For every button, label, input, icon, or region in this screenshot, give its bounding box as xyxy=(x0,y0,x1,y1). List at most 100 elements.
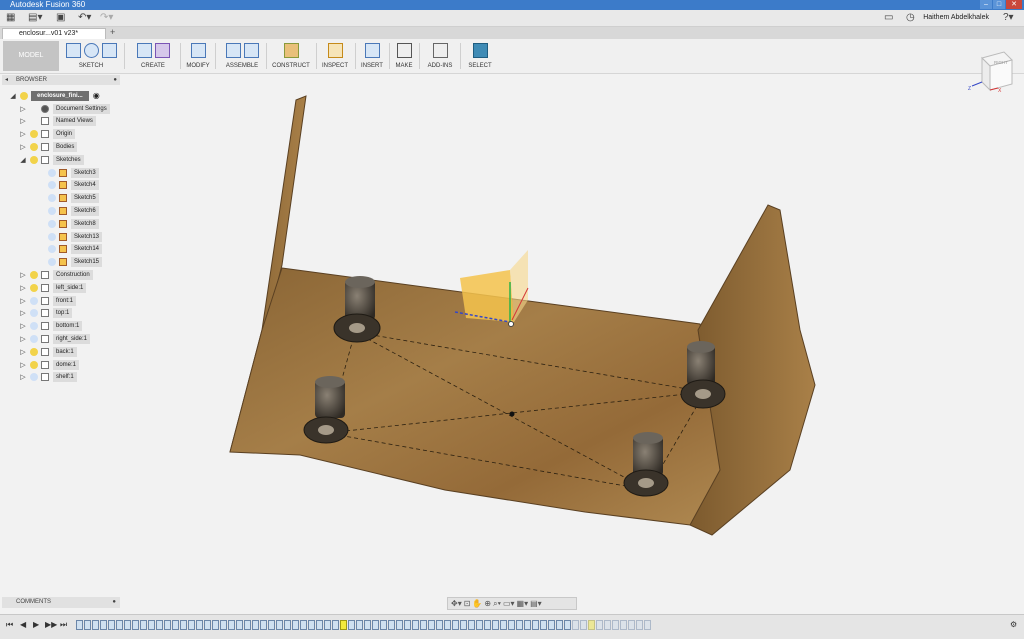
visibility-bulb-icon[interactable] xyxy=(30,373,38,382)
offset-plane-icon[interactable] xyxy=(283,43,299,58)
timeline-feature-icon[interactable] xyxy=(380,620,387,630)
model-canvas[interactable] xyxy=(122,75,1024,595)
timeline-feature-icon[interactable] xyxy=(244,620,251,630)
new-tab-icon[interactable]: + xyxy=(110,27,115,37)
timeline-feature-icon[interactable] xyxy=(212,620,219,630)
modify-group[interactable]: MODIFY xyxy=(184,41,212,71)
select-icon[interactable] xyxy=(472,43,488,58)
comments-panel[interactable]: COMMENTS ● xyxy=(2,597,120,608)
timeline-feature-icon[interactable] xyxy=(100,620,107,630)
visibility-bulb-icon[interactable] xyxy=(30,334,38,343)
timeline-feature-icon[interactable] xyxy=(148,620,155,630)
timeline-feature-icon[interactable] xyxy=(84,620,91,630)
visibility-bulb-icon[interactable] xyxy=(48,245,56,254)
expand-arrow-icon[interactable]: ◢ xyxy=(18,156,28,164)
insert-group[interactable]: INSERT xyxy=(358,41,386,71)
scripts-icon[interactable] xyxy=(432,43,448,58)
browser-item[interactable]: ▷ Document Settings xyxy=(18,103,110,114)
timeline-feature-icon[interactable] xyxy=(436,620,443,630)
sketch-group[interactable]: SKETCH xyxy=(62,41,120,71)
select-group[interactable]: SELECT xyxy=(463,41,497,71)
visibility-bulb-icon[interactable] xyxy=(30,296,38,305)
go-to-start-icon[interactable]: ⏮ xyxy=(6,620,13,630)
timeline-feature-icon[interactable] xyxy=(428,620,435,630)
visibility-bulb-icon[interactable] xyxy=(48,181,56,190)
create-sketch-icon[interactable] xyxy=(65,43,81,58)
visibility-bulb-icon[interactable] xyxy=(30,155,38,164)
timeline-feature-icon[interactable] xyxy=(172,620,179,630)
timeline-feature-icon[interactable] xyxy=(628,620,635,630)
step-back-icon[interactable]: ◀ xyxy=(20,620,26,629)
timeline-feature-icon[interactable] xyxy=(332,620,339,630)
timeline-feature-icon[interactable] xyxy=(300,620,307,630)
activate-radio-icon[interactable]: ◉ xyxy=(93,91,100,100)
app-grid-icon[interactable]: ▦ xyxy=(6,12,15,23)
visibility-bulb-icon[interactable] xyxy=(30,322,38,331)
timeline-feature-icon[interactable] xyxy=(492,620,499,630)
form-icon[interactable] xyxy=(154,43,170,58)
create-group[interactable]: CREATE xyxy=(130,41,176,71)
timeline-feature-icon[interactable] xyxy=(204,620,211,630)
timeline-feature-icon[interactable] xyxy=(324,620,331,630)
timeline-feature-icon[interactable] xyxy=(308,620,315,630)
make-group[interactable]: MAKE xyxy=(392,41,416,71)
browser-item[interactable]: ▷ left_side:1 xyxy=(18,282,87,293)
assemble-group[interactable]: ASSEMBLE xyxy=(220,41,264,71)
timeline-feature-icon[interactable] xyxy=(292,620,299,630)
timeline-feature-icon[interactable] xyxy=(388,620,395,630)
timeline-feature-icon[interactable] xyxy=(420,620,427,630)
file-menu-icon[interactable]: ▤▾ xyxy=(28,12,42,23)
timeline-feature-icon[interactable] xyxy=(516,620,523,630)
timeline-feature-icon[interactable] xyxy=(92,620,99,630)
timeline-feature-icon[interactable] xyxy=(444,620,451,630)
timeline-feature-icon[interactable] xyxy=(124,620,131,630)
timeline-feature-icon[interactable] xyxy=(508,620,515,630)
help-icon[interactable]: ?▾ xyxy=(1003,12,1014,23)
3d-print-icon[interactable] xyxy=(396,43,412,58)
timeline-feature-icon[interactable] xyxy=(548,620,555,630)
browser-item[interactable]: ▷ Bodies xyxy=(18,141,78,152)
new-component-icon[interactable] xyxy=(225,43,241,58)
visibility-bulb-icon[interactable] xyxy=(48,194,56,203)
browser-item[interactable]: Sketch8 xyxy=(36,218,99,229)
collapse-arrow-icon[interactable]: ◢ xyxy=(8,92,18,100)
timeline-feature-icon[interactable] xyxy=(396,620,403,630)
timeline-feature-icon[interactable] xyxy=(620,620,627,630)
browser-item[interactable]: ▷ back:1 xyxy=(18,346,77,357)
timeline-feature-icon[interactable] xyxy=(252,620,259,630)
expand-arrow-icon[interactable]: ▷ xyxy=(18,130,28,138)
canvas-viewport[interactable] xyxy=(122,75,1024,595)
expand-arrow-icon[interactable]: ▷ xyxy=(18,271,28,279)
viewports-icon[interactable]: ▤▾ xyxy=(530,599,542,608)
timeline-feature-icon[interactable] xyxy=(636,620,643,630)
browser-item[interactable]: Sketch4 xyxy=(36,180,99,191)
expand-arrow-icon[interactable]: ▷ xyxy=(18,361,28,369)
timeline-feature-icon[interactable] xyxy=(580,620,587,630)
press-pull-icon[interactable] xyxy=(190,43,206,58)
timeline-feature-icon[interactable] xyxy=(540,620,547,630)
clock-icon[interactable]: ◷ xyxy=(906,12,915,23)
zoom-icon[interactable]: ⊕ xyxy=(484,599,491,608)
expand-arrow-icon[interactable]: ▷ xyxy=(18,373,28,381)
timeline-feature-icon[interactable] xyxy=(316,620,323,630)
extrude-icon[interactable] xyxy=(136,43,152,58)
timeline-feature-icon[interactable] xyxy=(524,620,531,630)
timeline-feature-icon[interactable] xyxy=(460,620,467,630)
browser-item[interactable]: ▷ top:1 xyxy=(18,308,73,319)
browser-item[interactable]: ▷ shelf:1 xyxy=(18,372,77,383)
pin-icon[interactable]: ● xyxy=(113,75,117,85)
timeline-feature-icon[interactable] xyxy=(644,620,651,630)
joint-icon[interactable] xyxy=(243,43,259,58)
visibility-bulb-icon[interactable] xyxy=(48,206,56,215)
visibility-bulb-icon[interactable] xyxy=(48,168,56,177)
expand-arrow-icon[interactable]: ▷ xyxy=(18,322,28,330)
timeline-feature-icon[interactable] xyxy=(108,620,115,630)
expand-arrow-icon[interactable]: ▷ xyxy=(18,309,28,317)
visibility-bulb-icon[interactable] xyxy=(30,360,38,369)
browser-item[interactable]: ▷ Named Views xyxy=(18,116,96,127)
visibility-bulb-icon[interactable] xyxy=(30,309,38,318)
save-icon[interactable]: ▣ xyxy=(56,12,65,23)
timeline-feature-icon[interactable] xyxy=(284,620,291,630)
visibility-bulb-icon[interactable] xyxy=(30,105,38,113)
grid-settings-icon[interactable]: ▦▾ xyxy=(517,599,529,608)
